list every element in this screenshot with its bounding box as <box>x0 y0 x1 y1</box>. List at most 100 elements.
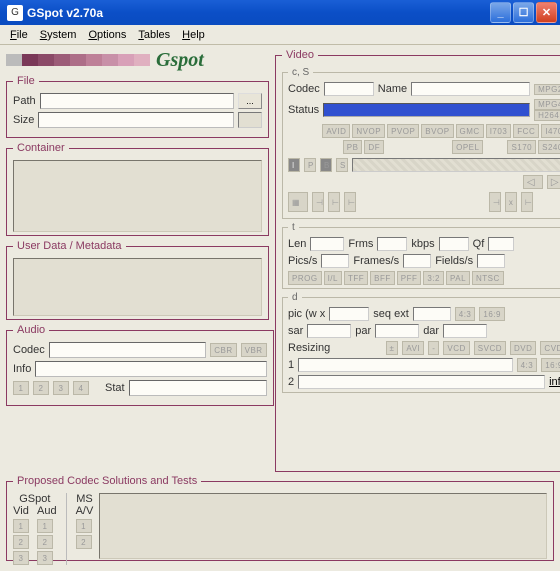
gop-display <box>352 158 560 172</box>
cs-group: c, S Codec Name MPG2 Status <box>282 67 560 219</box>
close-button[interactable]: ✕ <box>536 2 557 23</box>
len-label: Len <box>288 238 306 250</box>
frames-input[interactable] <box>403 254 431 268</box>
audio-title: Audio <box>13 324 49 336</box>
kbps-input[interactable] <box>439 237 469 251</box>
vid-3[interactable]: 3 <box>13 551 29 565</box>
ipb-s: S <box>336 158 348 172</box>
maximize-button[interactable]: ☐ <box>513 2 534 23</box>
len-input[interactable] <box>310 237 344 251</box>
tag-169b: 16:9 <box>541 358 560 372</box>
d-title: d <box>288 292 302 303</box>
metadata-area <box>13 258 262 316</box>
pic-input[interactable] <box>329 307 369 321</box>
tag-cvd: CVD <box>540 341 560 355</box>
vid-1[interactable]: 1 <box>13 519 29 533</box>
audio-ch-2[interactable]: 2 <box>33 381 49 395</box>
pic-label: pic (w x <box>288 308 325 320</box>
tag-df: DF <box>364 140 384 154</box>
video-status-label: Status <box>288 104 319 116</box>
tag-43b: 4:3 <box>517 358 538 372</box>
video-title: Video <box>282 49 318 61</box>
menu-file[interactable]: File <box>6 27 32 43</box>
audio-codec-label: Codec <box>13 344 45 356</box>
tag-il: I/L <box>324 271 342 285</box>
ipb-i: I <box>288 158 300 172</box>
menu-system[interactable]: System <box>36 27 81 43</box>
aud-3[interactable]: 3 <box>37 551 53 565</box>
aud-1[interactable]: 1 <box>37 519 53 533</box>
ipb-b: B <box>320 158 332 172</box>
info-link[interactable]: info <box>549 376 560 388</box>
resize-2-input[interactable] <box>298 375 545 389</box>
menu-help[interactable]: Help <box>178 27 209 43</box>
ruler-2: ⊢ <box>328 192 340 212</box>
path-input[interactable] <box>40 93 234 109</box>
video-name-input[interactable] <box>411 82 530 96</box>
tag-pal: PAL <box>446 271 470 285</box>
tag-s170: S170 <box>507 140 536 154</box>
path-label: Path <box>13 95 36 107</box>
vid-2[interactable]: 2 <box>13 535 29 549</box>
tag-32: 3:2 <box>423 271 444 285</box>
video-codec-input[interactable] <box>324 82 374 96</box>
resize-1-input[interactable] <box>298 358 512 372</box>
sar-input[interactable] <box>307 324 351 338</box>
ms-label: MS <box>76 493 94 505</box>
fields-label: Fields/s <box>435 255 473 267</box>
tag-opel: OPEL <box>452 140 483 154</box>
nav-back-icon[interactable]: ◁ <box>523 175 543 189</box>
tag-avi: AVI <box>402 341 424 355</box>
cbr-tag: CBR <box>210 343 236 357</box>
tag-pb: PB <box>343 140 363 154</box>
audio-stat-label: Stat <box>105 382 125 394</box>
fields-input[interactable] <box>477 254 505 268</box>
audio-ch-3[interactable]: 3 <box>53 381 69 395</box>
ms-2[interactable]: 2 <box>76 535 92 549</box>
seqext-input[interactable] <box>413 307 451 321</box>
mpg4-tag: MPG4 <box>534 99 560 110</box>
menu-tables[interactable]: Tables <box>134 27 174 43</box>
av-label: A/V <box>76 505 94 517</box>
audio-info-input[interactable] <box>35 361 266 377</box>
size-input[interactable] <box>38 112 234 128</box>
app-icon: G <box>7 5 23 21</box>
file-group: File Path ... Size <box>6 75 269 138</box>
tag-plusminus[interactable]: ± <box>386 341 399 355</box>
pics-input[interactable] <box>321 254 349 268</box>
cs-title: c, S <box>288 67 313 78</box>
ruler-4: ⊣ <box>489 192 501 212</box>
dar-label: dar <box>423 325 439 337</box>
tag-bvop: BVOP <box>421 124 453 138</box>
dar-input[interactable] <box>443 324 487 338</box>
video-status-bar <box>323 103 530 117</box>
ms-1[interactable]: 1 <box>76 519 92 533</box>
tag-gmc: GMC <box>456 124 484 138</box>
menu-options[interactable]: Options <box>84 27 130 43</box>
nav-fwd-icon[interactable]: ▷ <box>547 175 560 189</box>
tag-pvop: PVOP <box>387 124 419 138</box>
minimize-button[interactable]: _ <box>490 2 511 23</box>
container-group: Container <box>6 142 269 236</box>
audio-ch-1[interactable]: 1 <box>13 381 29 395</box>
t-group: t Len Frms kbps Qf Pics/s Fram <box>282 222 560 289</box>
sar-label: sar <box>288 325 303 337</box>
tag-s240: S240 <box>538 140 560 154</box>
audio-codec-input[interactable] <box>49 342 206 358</box>
audio-ch-4[interactable]: 4 <box>73 381 89 395</box>
qf-input[interactable] <box>488 237 514 251</box>
vbr-tag: VBR <box>241 343 267 357</box>
resize-2-label: 2 <box>288 376 294 388</box>
aud-2[interactable]: 2 <box>37 535 53 549</box>
thumb-icon[interactable]: ▦ <box>288 192 308 212</box>
window-title: GSpot v2.70a <box>27 6 490 20</box>
audio-stat-input[interactable] <box>129 380 267 396</box>
browse-button[interactable]: ... <box>238 93 262 109</box>
frms-input[interactable] <box>377 237 407 251</box>
par-label: par <box>355 325 371 337</box>
file-group-title: File <box>13 75 39 87</box>
tag-i703: I703 <box>486 124 512 138</box>
size-label: Size <box>13 114 34 126</box>
par-input[interactable] <box>375 324 419 338</box>
vid-label: Vid <box>13 505 29 517</box>
